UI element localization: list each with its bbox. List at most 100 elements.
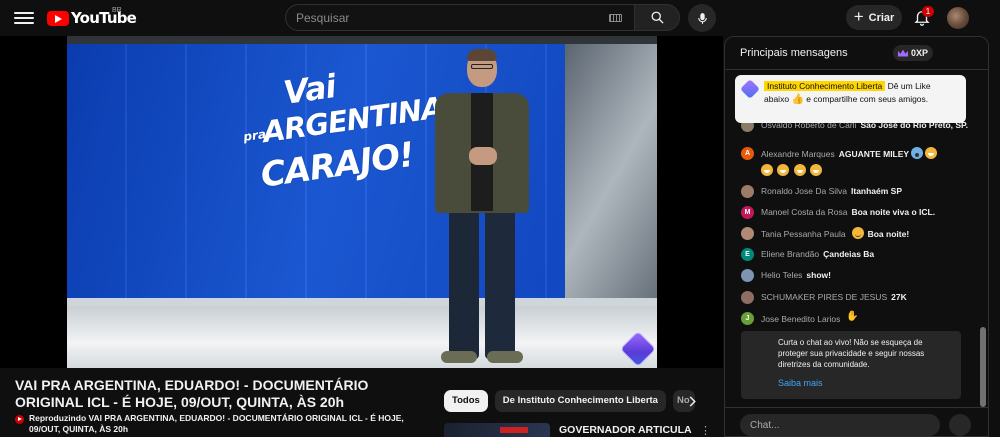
create-label: Criar — [868, 11, 895, 24]
account-avatar[interactable] — [947, 7, 969, 29]
author-avatar[interactable] — [741, 269, 754, 282]
message-author[interactable]: Jose Benedito Larios — [761, 314, 840, 324]
chat-header: Principais mensagens 0XP — [725, 37, 988, 70]
live-play-icon — [15, 415, 24, 424]
waving-hand-emoji-icon — [846, 311, 858, 324]
presenter-shoe — [441, 351, 477, 363]
chat-message: Helio Teles show! — [741, 269, 831, 282]
message-text: AGUANTE MILEY — [838, 149, 910, 159]
stage-side-wall — [565, 44, 657, 324]
keyboard-icon[interactable] — [609, 14, 622, 22]
plus-icon: + — [853, 7, 864, 26]
recommended-thumbnail[interactable] — [444, 423, 550, 437]
search-input[interactable] — [296, 10, 596, 25]
chat-message: Tania Pessanha Paula Boa noite! — [741, 227, 909, 240]
points-badge[interactable]: 0XP — [893, 45, 934, 61]
filter-chips: Todos De Instituto Conhecimento Liberta … — [444, 390, 695, 413]
channel-avatar-icon — [740, 79, 760, 99]
author-avatar[interactable] — [741, 227, 754, 240]
author-avatar[interactable] — [741, 291, 754, 304]
points-value: 0XP — [911, 48, 929, 58]
message-text: Çandeias Ba — [823, 249, 875, 259]
message-author[interactable]: Tania Pessanha Paula — [761, 229, 846, 239]
microphone-icon — [697, 12, 707, 24]
voice-search-button[interactable] — [688, 4, 716, 32]
menu-icon[interactable] — [14, 9, 34, 27]
chat-message-list[interactable]: Osvaldo Roberto de Carli São José do Rio … — [725, 116, 988, 328]
message-text: Itanhaém SP — [851, 186, 903, 196]
live-chat-panel: Principais mensagens 0XP Osvaldo Roberto… — [724, 36, 989, 437]
pinned-text-after: e compartilhe com seus amigos. — [806, 94, 929, 104]
author-avatar[interactable]: M — [741, 206, 754, 219]
grinning-face-emoji-icon — [761, 164, 773, 176]
create-button[interactable]: + Criar — [846, 5, 902, 30]
youtube-play-icon — [47, 10, 69, 26]
presenter-figure — [427, 49, 537, 368]
message-text: 27K — [891, 292, 907, 302]
message-text: show! — [806, 270, 831, 280]
chat-message: E Eliene Brandão Çandeias Ba — [741, 248, 874, 261]
logo-text: YouTube — [71, 9, 137, 27]
author-avatar[interactable]: A — [741, 147, 754, 160]
presenter-shoe — [487, 351, 523, 363]
chip-todos[interactable]: Todos — [444, 390, 488, 412]
grinning-face-emoji-icon — [925, 147, 938, 159]
presenter-leg — [485, 211, 515, 359]
message-author[interactable]: SCHUMAKER PIRES DE JESUS — [761, 292, 887, 302]
chips-next-button[interactable] — [683, 390, 701, 412]
presenter-leg — [449, 211, 479, 359]
now-playing-text: Reproduzindo VAI PRA ARGENTINA, EDUARDO!… — [29, 413, 404, 434]
message-author[interactable]: Eliene Brandão — [761, 249, 819, 259]
grinning-face-emoji-icon — [793, 164, 806, 176]
region-label: BR — [112, 7, 122, 14]
more-options-icon[interactable]: ⋮ — [700, 424, 711, 437]
chat-input[interactable] — [740, 414, 940, 436]
chat-message: M Manoel Costa da Rosa Boa noite viva o I… — [741, 206, 935, 219]
grinning-face-emoji-icon — [777, 164, 790, 176]
message-author[interactable]: Helio Teles — [761, 270, 802, 280]
search-box — [285, 4, 634, 31]
recommended-title[interactable]: GOVERNADOR ARTICULA — [559, 424, 692, 436]
video-frame[interactable]: Vai pra ARGENTINA, CARAJO! — [67, 36, 657, 368]
chat-mode-selector[interactable]: Principais mensagens — [740, 47, 848, 59]
chip-channel[interactable]: De Instituto Conhecimento Liberta — [494, 390, 666, 412]
chat-input-row — [725, 407, 988, 436]
chat-message: J Jose Benedito Larios — [741, 311, 859, 325]
notice-text: Curta o chat ao vivo! Não se esqueça de … — [778, 338, 925, 369]
presenter-glasses — [471, 64, 493, 69]
message-text: Boa noite! — [867, 229, 910, 239]
author-avatar[interactable]: J — [741, 312, 754, 325]
smiling-face-emoji-icon — [851, 227, 864, 239]
screaming-face-emoji-icon — [911, 147, 924, 159]
chat-scrollbar[interactable] — [980, 327, 986, 407]
pinned-author[interactable]: Instituto Conhecimento Liberta — [764, 81, 886, 91]
video-player[interactable]: Vai pra ARGENTINA, CARAJO! — [0, 36, 723, 368]
message-author[interactable]: Ronaldo Jose Da Silva — [761, 186, 847, 196]
thumbs-up-icon: 👍 — [791, 94, 804, 105]
pinned-message[interactable]: Instituto Conhecimento Liberta Dê um Lik… — [735, 75, 966, 123]
learn-more-link[interactable]: Saiba mais — [778, 378, 953, 388]
presenter-hair — [467, 49, 497, 61]
message-author[interactable]: Alexandre Marques — [761, 149, 835, 159]
search-button[interactable] — [634, 4, 680, 31]
author-avatar[interactable] — [741, 185, 754, 198]
notification-badge: 1 — [922, 6, 934, 17]
notifications-button[interactable]: 1 — [913, 6, 934, 28]
emoji-picker-button[interactable] — [949, 414, 971, 436]
crown-icon — [898, 49, 908, 57]
chat-message: SCHUMAKER PIRES DE JESUS 27K — [741, 291, 907, 304]
chevron-right-icon — [689, 395, 696, 407]
search-bar — [285, 4, 680, 31]
video-title: VAI PRA ARGENTINA, EDUARDO! - DOCUMENTÁR… — [15, 377, 369, 410]
stage-floor — [67, 306, 657, 368]
chat-guidelines-notice: Curta o chat ao vivo! Não se esqueça de … — [741, 331, 961, 399]
youtube-logo[interactable]: YouTube — [47, 9, 137, 27]
author-avatar[interactable]: E — [741, 248, 754, 261]
grinning-face-emoji-icon — [810, 164, 823, 176]
presenter-hands — [469, 147, 497, 165]
message-author[interactable]: Manoel Costa da Rosa — [761, 207, 847, 217]
chat-message: Ronaldo Jose Da Silva Itanhaém SP — [741, 185, 902, 198]
now-playing: Reproduzindo VAI PRA ARGENTINA, EDUARDO!… — [15, 413, 430, 435]
thumbnail-live-tag — [500, 427, 528, 433]
top-bar: YouTube BR + Criar 1 — [0, 0, 1000, 36]
